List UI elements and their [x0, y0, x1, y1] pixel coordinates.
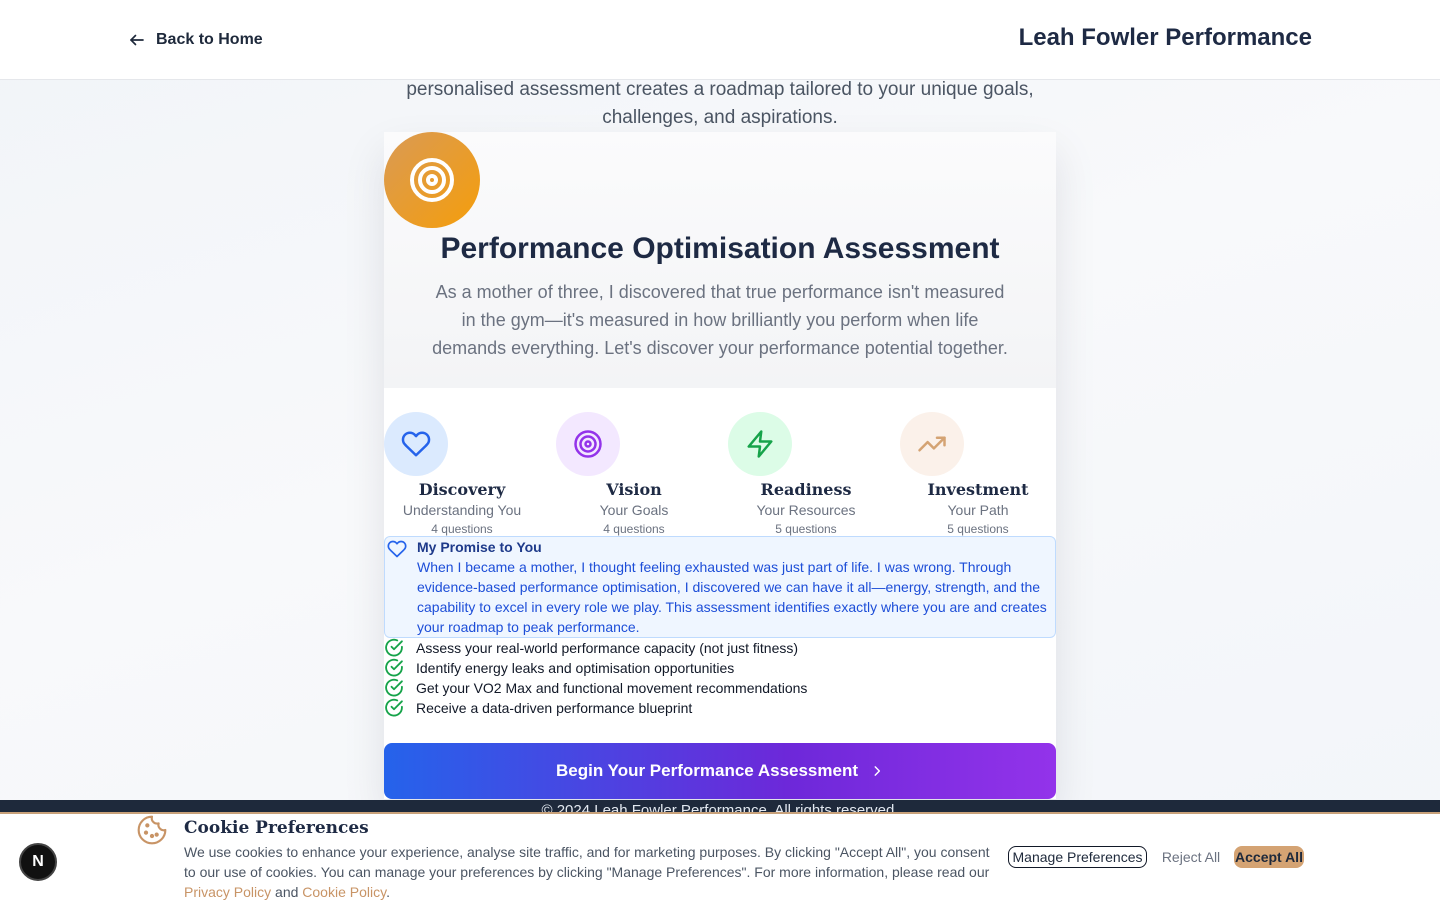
- assessment-card: Performance Optimisation Assessment As a…: [384, 132, 1056, 799]
- step-subtitle: Your Resources: [756, 502, 856, 518]
- checklist-item: Get your VO2 Max and functional movement…: [384, 678, 807, 698]
- heart-icon: [387, 540, 407, 558]
- promise-box: My Promise to You When I became a mother…: [384, 536, 1056, 638]
- step-name: Investment: [927, 480, 1029, 499]
- checklist-text: Assess your real-world performance capac…: [416, 640, 799, 656]
- check-circle-icon: [385, 698, 403, 717]
- arrow-left-icon: [130, 34, 144, 46]
- begin-assessment-button[interactable]: Begin Your Performance Assessment: [384, 743, 1056, 799]
- step-subtitle: Understanding You: [402, 502, 522, 518]
- check-circle-icon: [385, 678, 403, 697]
- step-count: 5 questions: [775, 522, 837, 536]
- privacy-policy-link[interactable]: Privacy Policy: [184, 884, 271, 900]
- cookie-policy-link[interactable]: Cookie Policy: [302, 884, 386, 900]
- cookie-text-body: We use cookies to enhance your experienc…: [184, 844, 990, 880]
- checklist-item: Identify energy leaks and optimisation o…: [384, 658, 734, 678]
- target-icon: [410, 158, 454, 202]
- assessment-description: As a mother of three, I discovered that …: [432, 282, 1008, 358]
- step-subtitle: Your Path: [947, 502, 1009, 518]
- step-icon-bg: [556, 412, 620, 476]
- step-name: Readiness: [760, 480, 852, 499]
- assessment-title: Performance Optimisation Assessment: [440, 232, 1000, 265]
- promise-text: When I became a mother, I thought feelin…: [417, 559, 1047, 635]
- heart-icon: [401, 431, 431, 457]
- step-count: 4 questions: [603, 522, 665, 536]
- cookie-text: We use cookies to enhance your experienc…: [184, 842, 1000, 900]
- checklist-item: Assess your real-world performance capac…: [384, 638, 798, 658]
- cookie-icon: [137, 815, 167, 845]
- cookie-text-period: .: [386, 884, 390, 900]
- accept-all-button[interactable]: Accept All: [1234, 846, 1304, 868]
- cookie-text-and: and: [271, 884, 303, 900]
- step-icon-bg: [384, 412, 448, 476]
- intro-text: personalised assessment creates a roadma…: [406, 79, 1034, 128]
- cta-label: Begin Your Performance Assessment: [555, 761, 858, 780]
- brand-logo[interactable]: Leah Fowler Performance: [1019, 24, 1312, 52]
- step-name: Vision: [606, 480, 662, 499]
- reject-all-button[interactable]: Reject All: [1156, 846, 1226, 868]
- zap-icon: [747, 430, 773, 458]
- n-badge-button[interactable]: N: [19, 843, 57, 881]
- checklist-text: Get your VO2 Max and functional movement…: [416, 680, 808, 696]
- manage-preferences-button[interactable]: Manage Preferences: [1008, 846, 1147, 868]
- step-count: 4 questions: [431, 522, 493, 536]
- step-count: 5 questions: [947, 522, 1009, 536]
- step-icon-bg: [900, 412, 964, 476]
- check-circle-icon: [385, 658, 403, 677]
- step-icon-bg: [728, 412, 792, 476]
- checklist-text: Receive a data-driven performance bluepr…: [416, 700, 693, 716]
- trending-up-icon: [918, 436, 946, 452]
- target-badge: [384, 132, 480, 228]
- cookie-title: Cookie Preferences: [184, 818, 369, 838]
- check-circle-icon: [385, 638, 403, 657]
- back-link-label: Back to Home: [156, 31, 263, 48]
- back-to-home-link[interactable]: Back to Home: [128, 28, 263, 52]
- checklist-item: Receive a data-driven performance bluepr…: [384, 698, 692, 718]
- site-header: Back to Home Leah Fowler Performance: [0, 0, 1440, 80]
- cookie-banner: Cookie Preferences We use cookies to enh…: [0, 812, 1440, 900]
- target-icon: [574, 430, 602, 458]
- step-name: Discovery: [418, 480, 506, 499]
- checklist-text: Identify energy leaks and optimisation o…: [416, 660, 735, 676]
- card-header: Performance Optimisation Assessment As a…: [384, 132, 1056, 388]
- promise-title: My Promise to You: [417, 539, 542, 555]
- chevron-right-icon: [874, 766, 881, 776]
- step-subtitle: Your Goals: [599, 502, 669, 518]
